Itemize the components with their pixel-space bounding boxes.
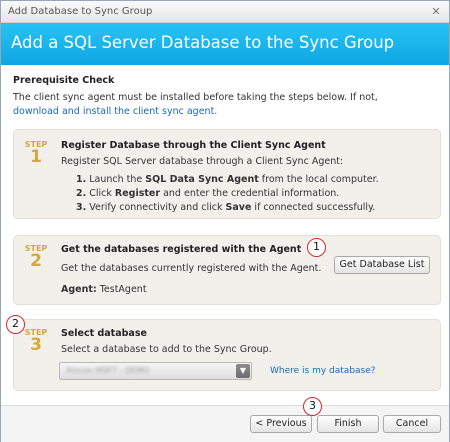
header-banner: Add a SQL Server Database to the Sync Gr… bbox=[1, 23, 449, 65]
step-number: 1 bbox=[30, 147, 42, 167]
prerequisite-text: The client sync agent must be installed … bbox=[13, 91, 443, 119]
page-title: Add a SQL Server Database to the Sync Gr… bbox=[11, 33, 395, 52]
agent-label: Agent: bbox=[61, 284, 97, 295]
step-3-panel: STEP 3 Select database Select a database… bbox=[13, 319, 441, 391]
list-item: 1. Launch the SQL Data Sync Agent from t… bbox=[76, 174, 379, 185]
get-database-list-button[interactable]: Get Database List bbox=[334, 256, 430, 274]
dialog-window: Add Database to Sync Group ✕ Add a SQL S… bbox=[0, 0, 450, 442]
step-1-title: Register Database through the Client Syn… bbox=[61, 140, 326, 151]
step-1-panel: STEP 1 Register Database through the Cli… bbox=[13, 129, 441, 219]
step-number: 3 bbox=[30, 335, 42, 355]
agent-info: Agent: TestAgent bbox=[61, 284, 147, 295]
step-3-badge: STEP 3 bbox=[22, 328, 50, 355]
list-item: 2. Click Register and enter the credenti… bbox=[76, 188, 340, 199]
window-title: Add Database to Sync Group bbox=[8, 6, 153, 17]
cancel-button[interactable]: Cancel bbox=[383, 415, 441, 433]
agent-value: TestAgent bbox=[96, 284, 147, 295]
step-1-badge: STEP 1 bbox=[22, 140, 50, 167]
step-2-title: Get the databases registered with the Ag… bbox=[61, 244, 302, 255]
step-number: 2 bbox=[30, 251, 42, 271]
step-2-panel: STEP 2 Get the databases registered with… bbox=[13, 235, 441, 305]
download-agent-link[interactable]: download and install the client sync age… bbox=[13, 106, 217, 117]
title-bar[interactable]: Add Database to Sync Group ✕ bbox=[1, 1, 449, 23]
step-3-description: Select a database to add to the Sync Gro… bbox=[61, 344, 272, 355]
step-2-badge: STEP 2 bbox=[22, 244, 50, 271]
step-1-instructions: 1. Launch the SQL Data Sync Agent from t… bbox=[76, 173, 379, 215]
callout-marker-3: 3 bbox=[303, 397, 322, 416]
previous-button[interactable]: < Previous bbox=[250, 415, 312, 433]
database-select-value: Xincon MSFT - DEMO bbox=[66, 366, 150, 375]
where-is-my-database-link[interactable]: Where is my database? bbox=[270, 366, 376, 376]
callout-marker-2: 2 bbox=[6, 315, 25, 334]
callout-marker-1: 1 bbox=[307, 238, 326, 257]
prerequisite-message: The client sync agent must be installed … bbox=[13, 92, 378, 103]
prerequisite-title: Prerequisite Check bbox=[13, 75, 115, 86]
step-3-title: Select database bbox=[61, 328, 147, 339]
chevron-down-icon[interactable]: ▼ bbox=[236, 364, 250, 378]
database-select[interactable]: Xincon MSFT - DEMO ▼ bbox=[59, 362, 252, 380]
finish-button[interactable]: Finish bbox=[317, 415, 379, 433]
step-2-description: Get the databases currently registered w… bbox=[61, 263, 322, 274]
close-icon[interactable]: ✕ bbox=[429, 5, 443, 19]
step-1-description: Register SQL Server database through a C… bbox=[61, 156, 344, 167]
list-item: 3. Verify connectivity and click Save if… bbox=[76, 202, 376, 213]
dialog-footer: < Previous Finish Cancel bbox=[1, 405, 449, 442]
